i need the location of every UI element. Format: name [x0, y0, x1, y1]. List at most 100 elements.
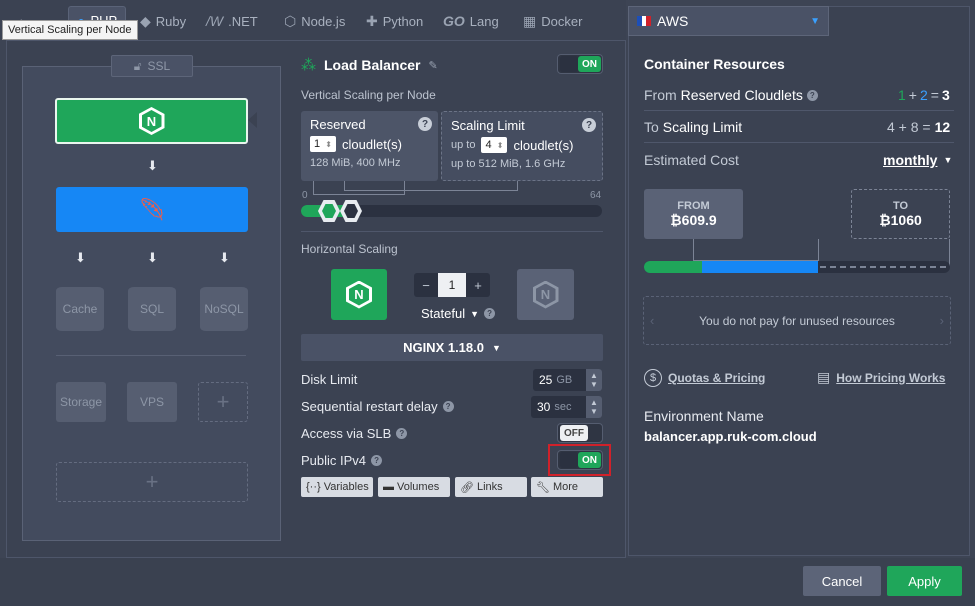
apply-button[interactable]: Apply	[887, 566, 962, 596]
decrease-button[interactable]: −	[414, 278, 438, 293]
from-value: ₿609.9	[670, 212, 717, 228]
flag-icon	[637, 16, 652, 26]
region-name: AWS	[657, 13, 689, 29]
node-count[interactable]: 1	[438, 273, 466, 297]
dollar-icon: $	[644, 369, 662, 387]
reserved-label: Reserved	[310, 117, 366, 132]
add-node-button[interactable]: +	[198, 382, 248, 422]
node-count-stepper: − 1 +	[414, 273, 490, 297]
cache-node[interactable]: Cache	[56, 287, 104, 331]
node-header: ⁂ Load Balancer ✎	[301, 56, 438, 74]
more-button[interactable]: 🔧︎ More	[531, 477, 603, 497]
button-label: Variables	[323, 481, 369, 493]
limit-prefix: up to	[451, 139, 476, 151]
load-balancer-node[interactable]: N	[55, 98, 248, 144]
region-select[interactable]: AWS ▼	[628, 6, 829, 36]
caret-down-icon: ▼	[810, 15, 820, 27]
scaling-limit-label: Scaling Limit	[662, 119, 743, 135]
tab-docker[interactable]: ▦ Docker	[523, 10, 582, 32]
quotas-link[interactable]: $ Quotas & Pricing	[644, 369, 765, 387]
increase-button[interactable]: +	[466, 278, 490, 293]
tab-dotnet[interactable]: /W .NET	[206, 10, 258, 32]
tab-nodejs[interactable]: ⬡ Node.js	[284, 10, 345, 32]
button-label: More	[552, 481, 579, 493]
nginx-instance-ghost: N	[517, 269, 574, 320]
cost-period-select[interactable]: monthly ▼	[883, 152, 952, 168]
help-icon[interactable]: ?	[371, 455, 383, 466]
vertical-scaling-title: Vertical Scaling per Node	[301, 88, 436, 102]
dotnet-icon: /W	[206, 13, 224, 29]
nodes-icon: ⁂	[301, 57, 316, 74]
tab-ruby[interactable]: ◆ Ruby	[140, 10, 186, 32]
node-toggle[interactable]: ON	[557, 54, 603, 74]
from-label: FROM	[677, 200, 710, 212]
storage-node[interactable]: Storage	[56, 382, 106, 422]
spinner-icon[interactable]: ▲ ▼	[586, 369, 602, 391]
reserved-unit: cloudlet(s)	[342, 136, 402, 152]
help-icon[interactable]: ?	[418, 117, 432, 131]
tab-label: Node.js	[301, 13, 346, 29]
ipv4-toggle[interactable]: ON	[557, 450, 603, 470]
tab-label: Lang	[469, 13, 499, 29]
limit-bracket	[344, 181, 518, 191]
button-label: Links	[476, 481, 503, 493]
chevron-left-icon[interactable]: ‹	[650, 313, 654, 328]
scale-min: 0	[302, 190, 308, 201]
help-icon[interactable]: ?	[582, 118, 596, 132]
edit-icon[interactable]: ✎	[428, 59, 437, 72]
cost-bar	[644, 261, 950, 273]
tab-python[interactable]: ✚ Python	[366, 10, 423, 32]
reserved-input[interactable]: 1 ⬍	[310, 136, 336, 152]
limit-input[interactable]: 4 ⬍	[481, 137, 508, 153]
nginx-instance[interactable]: N	[331, 269, 387, 320]
scaling-mode-select[interactable]: Stateful ▼?	[421, 306, 496, 321]
selection-pointer	[248, 112, 257, 128]
help-icon[interactable]: ?	[806, 89, 818, 101]
ssl-toggle[interactable]: 🔓︎ SSL	[111, 55, 193, 77]
chevron-right-icon[interactable]: ›	[940, 313, 944, 328]
nginx-icon: N	[346, 280, 372, 309]
disk-value: 25	[533, 373, 553, 387]
sql-node[interactable]: SQL	[128, 287, 176, 331]
quotas-link-label: Quotas & Pricing	[668, 371, 766, 385]
help-icon[interactable]: ?	[484, 308, 496, 319]
add-layer-button[interactable]: +	[56, 462, 248, 502]
down-arrow-icon: ⬇	[75, 250, 86, 265]
slb-toggle[interactable]: OFF	[557, 423, 603, 443]
from-label: From	[644, 87, 677, 103]
tab-label: Docker	[541, 13, 583, 29]
document-icon: ▤	[817, 369, 831, 385]
help-icon[interactable]: ?	[396, 428, 408, 439]
reserved-cloudlets-label: Reserved Cloudlets	[680, 87, 803, 103]
disk-limit-input[interactable]: 25 GB ▲ ▼	[533, 369, 602, 391]
cost-bar-reserved	[644, 261, 703, 273]
caret-down-icon: ▼	[943, 155, 953, 165]
nosql-node[interactable]: NoSQL	[200, 287, 248, 331]
reserved-spec: 128 MiB, 400 MHz	[310, 157, 401, 169]
vps-node[interactable]: VPS	[127, 382, 177, 422]
app-server-node[interactable]: 🪶︎	[56, 187, 248, 232]
environment-name-value[interactable]: balancer.app.ruk-com.cloud	[644, 429, 817, 444]
spinner-icon[interactable]: ▲ ▼	[586, 396, 602, 418]
restart-delay-input[interactable]: 30 sec ▲ ▼	[531, 396, 602, 418]
tab-label: Ruby	[155, 13, 187, 29]
version-label: NGINX 1.18.0	[403, 340, 484, 355]
reserved-card: Reserved ? 1 ⬍ cloudlet(s) 128 MiB, 400 M…	[301, 111, 438, 181]
tab-go[interactable]: GO Lang	[443, 10, 499, 32]
pricing-link[interactable]: ▤ How Pricing Works	[817, 369, 945, 386]
volumes-button[interactable]: ▬ Volumes	[378, 477, 450, 497]
links-button[interactable]: 🔗︎ Links	[455, 477, 527, 497]
horizontal-scaling-title: Horizontal Scaling	[301, 242, 398, 256]
tab-label: Python	[382, 13, 424, 29]
toggle-label: OFF	[560, 425, 588, 441]
limit-spec: 512 MiB, 1.6 GHz	[478, 158, 566, 170]
python-icon: ✚	[366, 12, 378, 29]
scaling-limit-value: 4 + 8 = 12	[887, 119, 951, 135]
restart-delay-label: Sequential restart delay	[301, 399, 438, 414]
unused-resources-note: ‹ You do not pay for unused resources ›	[643, 296, 951, 345]
help-icon[interactable]: ?	[442, 401, 454, 412]
variables-button[interactable]: {··} Variables	[301, 477, 373, 497]
cancel-button[interactable]: Cancel	[803, 566, 881, 596]
version-select[interactable]: NGINX 1.18.0 ▼	[301, 334, 603, 361]
cost-from-box: FROM ₿609.9	[644, 189, 743, 239]
